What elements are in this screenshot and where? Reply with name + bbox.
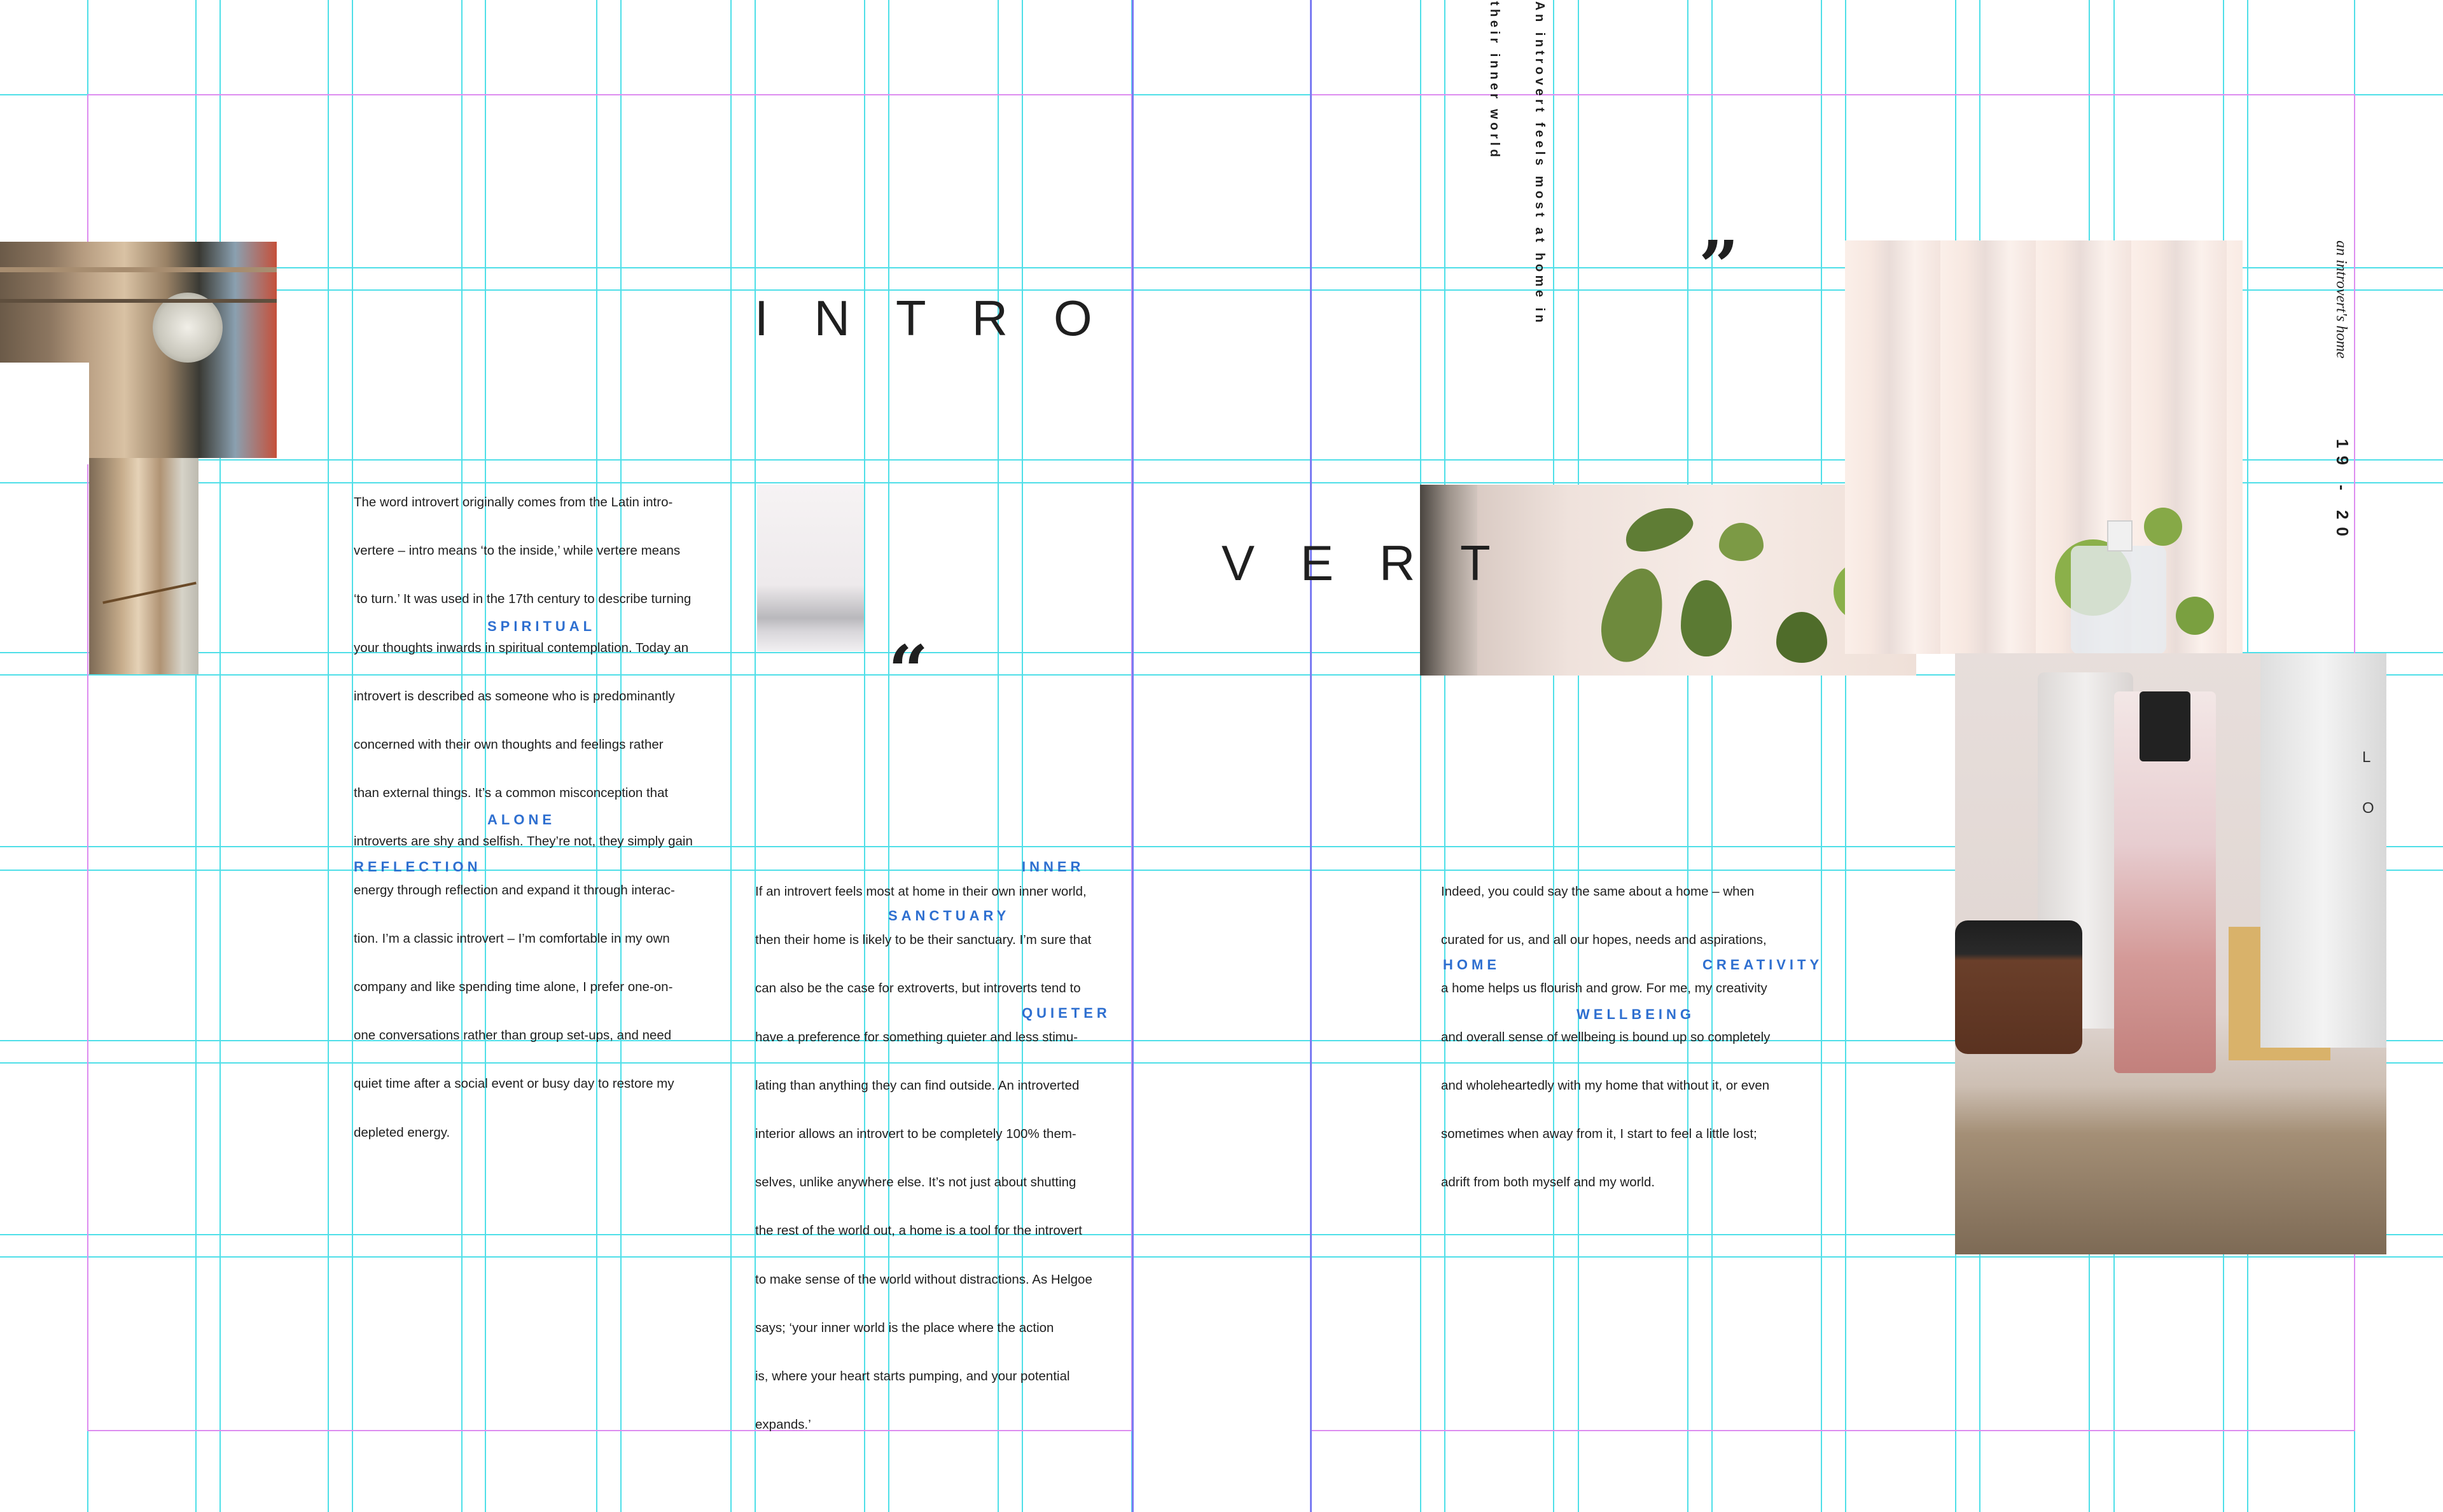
text-line: is, where your heart starts pumping, and… [755,1369,1070,1384]
keyword-alone: ALONE [487,812,555,828]
close-quote-mark: ” [1699,225,1739,307]
keyword-wellbeing: WELLBEING [1576,1006,1695,1022]
keyword-home: HOME [1443,957,1500,973]
box-print: L [2362,749,2371,766]
keyword-creativity: CREATIVITY [1702,957,1823,973]
page-folio: 19 - 20 [2333,439,2352,544]
pull-quote-line-2: their inner world [1487,1,1501,161]
text-line: the rest of the world out, a home is a t… [755,1223,1082,1238]
text-line: vertere – intro means ‘to the inside,’ w… [354,543,681,558]
text-line: sometimes when away from it, I start to … [1441,1127,1757,1142]
keyword-sanctuary: SANCTUARY [888,908,1010,924]
open-quote-mark: “ [888,630,929,712]
text-line: ‘to turn.’ It was used in the 17th centu… [354,592,692,607]
text-line: adrift from both myself and my world. [1441,1175,1655,1190]
body-column-right: Indeed, you could say the same about a h… [1441,868,1819,1207]
text-line: The word introvert originally comes from… [354,495,673,510]
text-line: one conversations rather than group set-… [354,1028,672,1043]
text-line: and wholeheartedly with my home that wit… [1441,1078,1770,1093]
text-line: concerned with their own thoughts and fe… [354,737,664,753]
text-line: than external things. It’s a common misc… [354,786,669,801]
headline-vert: VERT [1222,535,1536,591]
text-line: lating than anything they can find outsi… [755,1078,1080,1093]
window-photo [1845,240,2243,654]
keyword-inner: INNER [1022,859,1085,875]
text-line: Indeed, you could say the same about a h… [1441,884,1755,899]
text-line: company and like spending time alone, I … [354,980,673,995]
pull-quote-line-1: An introvert feels most at home in [1533,1,1547,326]
text-line: selves, unlike anywhere else. It’s not j… [755,1175,1076,1190]
box-print: O [2362,800,2374,817]
body-column-middle: If an introvert feels most at home in th… [755,868,1133,1449]
keyword-quieter: QUIETER [1022,1005,1111,1021]
toiletries-shelf-photo: L O [1955,653,2386,1254]
text-line: quiet time after a social event or busy … [354,1076,674,1092]
text-line: interior allows an introvert to be compl… [755,1127,1076,1142]
text-line: introvert is described as someone who is… [354,688,675,704]
text-line: expands.’ [755,1417,811,1432]
keyword-spiritual: SPIRITUAL [487,618,596,634]
text-line: depleted energy. [354,1125,450,1140]
photo-cutout [0,363,89,464]
pipe-photo [89,458,198,674]
keyword-reflection: REFLECTION [354,859,482,875]
text-line: says; ‘your inner world is the place whe… [755,1320,1054,1335]
text-line: to make sense of the world without distr… [755,1272,1092,1287]
headline-intro: INTRO [755,290,1138,346]
text-line: tion. I’m a classic introvert – I’m comf… [354,931,670,946]
running-head: an introvert's home [2333,240,2349,359]
frosted-glass-photo [757,485,864,651]
